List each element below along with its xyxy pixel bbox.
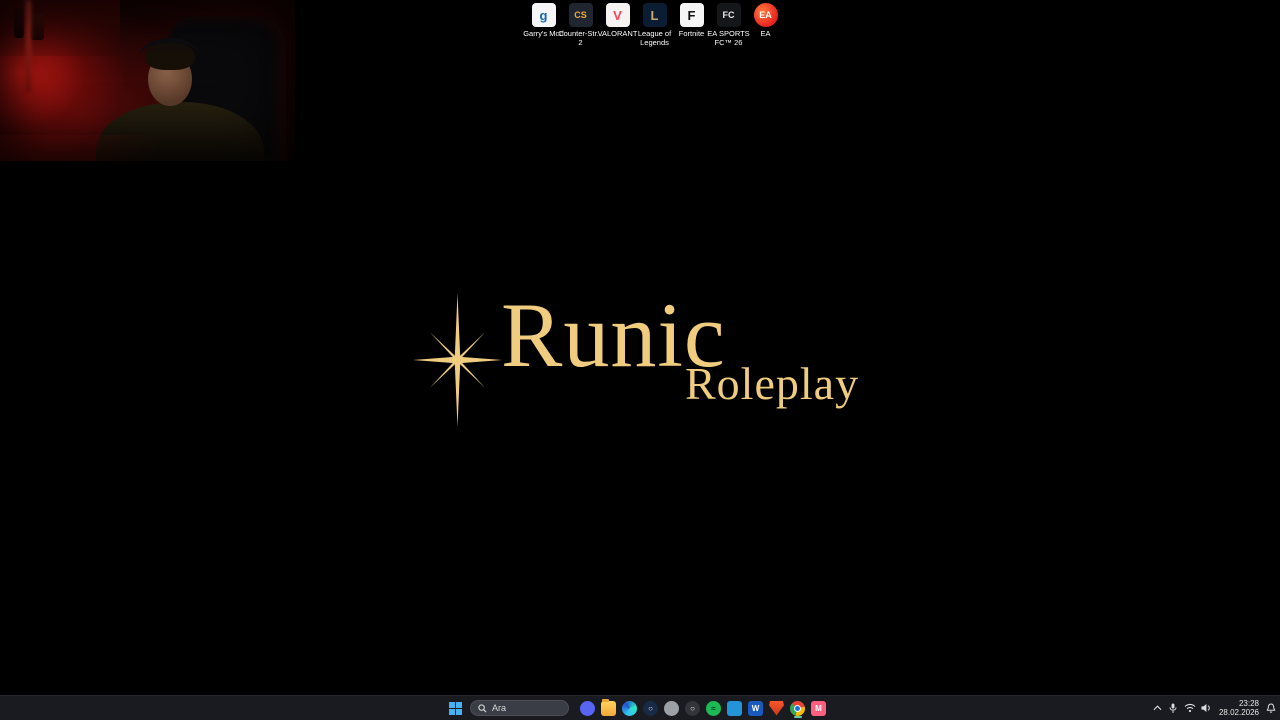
desktop-icon-ea[interactable]: EA EA [747,3,784,38]
file-explorer-icon [601,698,616,716]
spotify-icon: ≈ [706,700,721,716]
vscode-icon [727,700,742,716]
tray-clock[interactable]: 23:28 28.02.2026 [1219,699,1259,717]
discord-icon [580,700,595,716]
desktop-icon-ea-sports-fc-26[interactable]: FC EA SPORTS FC™ 26 [707,3,750,46]
desktop-icon-league-of-legends[interactable]: L League of Legends [636,3,673,46]
system-tray: 23:28 28.02.2026 [1153,696,1276,720]
desktop-icon-label: VALORANT [597,29,638,38]
volume-icon [1201,704,1210,712]
search-icon [478,703,487,713]
steam-icon: ○ [643,700,658,716]
desktop-icon-counter-strike-2[interactable]: CS Counter-Str... 2 [558,3,603,46]
logo-subtitle: Roleplay [685,358,860,409]
desktop-icon-garrys-mod[interactable]: g Garry's Mod [523,3,564,38]
facecam-overlay [0,0,295,161]
desktop-icon-valorant[interactable]: V VALORANT [598,3,637,38]
start-button[interactable] [444,697,466,719]
obs-icon: ○ [685,700,700,716]
star-icon [412,293,503,427]
taskbar-icon-spotify[interactable]: ≈ [703,697,724,719]
taskbar-icon-parsec[interactable] [661,697,682,719]
clock-time: 23:28 [1238,699,1259,708]
taskbar-icon-file-explorer[interactable] [598,697,619,719]
taskbar-icon-edge[interactable] [619,697,640,719]
taskbar-icon-obs[interactable]: ○ [682,697,703,719]
windows-logo-icon [448,701,462,715]
brave-icon [769,700,784,716]
taskbar-icon-medal[interactable]: M [808,697,829,719]
edge-icon [622,700,637,716]
league-of-legends-icon: L [642,3,667,27]
desktop-icon-label: Fortnite [678,29,705,38]
taskbar-icon-vscode[interactable] [724,697,745,719]
ea-icon: EA [753,3,778,27]
search-placeholder: Ara [492,703,507,713]
fortnite-icon: F [679,3,704,27]
desktop-icon-fortnite[interactable]: F Fortnite [673,3,710,38]
notification-button[interactable] [1266,698,1276,718]
chevron-up-icon [1153,705,1162,711]
facecam-vignette [0,0,295,161]
taskbar: Ara ○ ○ ≈ W M 23:28 28.02.2026 [0,695,1280,720]
valorant-icon: V [605,3,630,27]
medal-icon: M [811,700,826,716]
notification-bell-icon [1266,702,1276,713]
taskbar-app-icons: ○ ○ ≈ W M [577,697,829,719]
counter-strike-2-icon: CS [568,3,593,27]
chrome-icon [790,700,805,716]
taskbar-icon-brave[interactable] [766,697,787,719]
word-icon: W [748,700,763,716]
garrys-mod-icon: g [531,3,556,27]
mic-button[interactable] [1169,698,1177,718]
parsec-icon [664,700,679,716]
ea-sports-fc-26-icon: FC [716,3,741,27]
taskbar-icon-discord[interactable] [577,697,598,719]
desktop-icon-label: EA [760,29,771,38]
desktop-icon-label: EA SPORTS FC™ 26 [707,29,750,47]
runic-roleplay-logo: Runic Roleplay [405,285,875,435]
taskbar-icon-steam[interactable]: ○ [640,697,661,719]
search-input[interactable]: Ara [470,700,569,716]
mic-icon [1169,703,1177,713]
taskbar-icon-chrome[interactable] [787,697,808,719]
hidden-icons-button[interactable] [1153,698,1162,718]
desktop-icons: g Garry's Mod CS Counter-Str... 2 V VALORANT L… [523,3,784,46]
wifi-icon [1184,703,1196,713]
desktop-icon-label: League of Legends [637,29,672,47]
clock-date: 28.02.2026 [1218,708,1259,717]
desktop-icon-label: Counter-Str... 2 [558,29,603,47]
network-volume-button[interactable] [1184,698,1212,718]
taskbar-icon-word[interactable]: W [745,697,766,719]
